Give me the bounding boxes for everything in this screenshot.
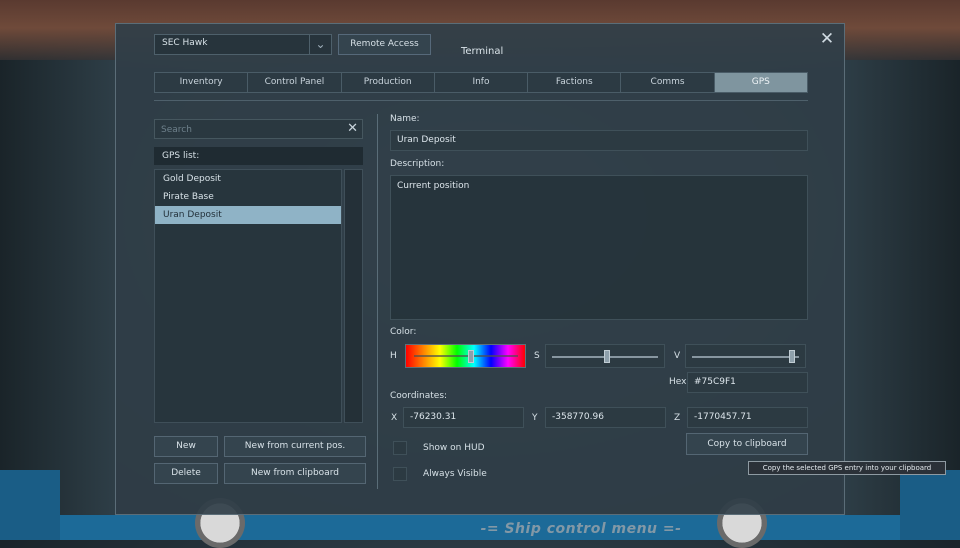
hex-label: Hex bbox=[669, 377, 687, 387]
name-label: Name: bbox=[390, 114, 420, 124]
saturation-slider[interactable] bbox=[545, 344, 665, 368]
z-coordinate-field[interactable]: -1770457.71 bbox=[687, 407, 808, 428]
grid-selector-value: SEC Hawk bbox=[162, 38, 208, 48]
value-label: V bbox=[674, 351, 681, 361]
hue-slider[interactable] bbox=[405, 344, 526, 368]
copy-tooltip: Copy the selected GPS entry into your cl… bbox=[748, 461, 946, 475]
hue-label: H bbox=[390, 351, 397, 361]
search-box: ✕ bbox=[154, 119, 363, 140]
tab-gps[interactable]: GPS bbox=[714, 73, 807, 92]
tab-bar: Inventory Control Panel Production Info … bbox=[154, 72, 808, 93]
panel-divider bbox=[377, 114, 378, 489]
gps-list-label: GPS list: bbox=[154, 147, 363, 165]
list-item-selected[interactable]: Uran Deposit bbox=[155, 206, 341, 224]
x-label: X bbox=[391, 413, 398, 423]
description-field[interactable]: Current position bbox=[390, 175, 808, 320]
terminal-window: ✕ SEC Hawk ⌄ Remote Access Terminal Inve… bbox=[115, 23, 845, 537]
copy-to-clipboard-button[interactable]: Copy to clipboard bbox=[686, 433, 808, 455]
clear-search-icon[interactable]: ✕ bbox=[347, 121, 358, 136]
name-field[interactable]: Uran Deposit bbox=[390, 130, 808, 151]
value-slider[interactable] bbox=[685, 344, 806, 368]
always-visible-label: Always Visible bbox=[423, 469, 487, 479]
cockpit-left-wall bbox=[0, 60, 115, 540]
show-on-hud-label: Show on HUD bbox=[423, 443, 485, 453]
hue-slider-handle[interactable] bbox=[468, 350, 475, 363]
saturation-label: S bbox=[534, 351, 540, 361]
gps-list-scrollbar[interactable] bbox=[344, 169, 363, 423]
z-label: Z bbox=[674, 413, 681, 423]
x-coordinate-field[interactable]: -76230.31 bbox=[403, 407, 524, 428]
show-on-hud-checkbox[interactable] bbox=[393, 441, 407, 455]
ship-control-menu-title: -= Ship control menu =- bbox=[480, 521, 682, 537]
y-label: Y bbox=[532, 413, 538, 423]
window-title: Terminal bbox=[461, 46, 504, 57]
remote-access-button[interactable]: Remote Access bbox=[338, 34, 431, 55]
close-icon: ✕ bbox=[819, 29, 835, 49]
list-item[interactable]: Pirate Base bbox=[155, 188, 341, 206]
tab-inventory[interactable]: Inventory bbox=[155, 73, 249, 92]
tab-production[interactable]: Production bbox=[342, 73, 435, 92]
coordinates-label: Coordinates: bbox=[390, 391, 448, 401]
console-screen-left bbox=[0, 470, 60, 540]
tab-factions[interactable]: Factions bbox=[528, 73, 622, 92]
color-label: Color: bbox=[390, 327, 417, 337]
list-item[interactable]: Gold Deposit bbox=[155, 170, 341, 188]
grid-selector[interactable]: SEC Hawk ⌄ bbox=[154, 34, 332, 55]
new-from-clipboard-button[interactable]: New from clipboard bbox=[224, 463, 366, 484]
tab-info[interactable]: Info bbox=[435, 73, 529, 92]
tab-control-panel[interactable]: Control Panel bbox=[248, 73, 342, 92]
always-visible-checkbox[interactable] bbox=[393, 467, 407, 481]
hue-slider-track bbox=[414, 355, 518, 357]
chevron-down-icon[interactable]: ⌄ bbox=[309, 35, 331, 54]
description-label: Description: bbox=[390, 159, 445, 169]
new-from-current-pos-button[interactable]: New from current pos. bbox=[224, 436, 366, 457]
tab-divider bbox=[154, 100, 808, 101]
close-button[interactable]: ✕ bbox=[818, 30, 836, 48]
saturation-slider-handle[interactable] bbox=[604, 350, 611, 363]
search-input[interactable] bbox=[155, 120, 343, 140]
y-coordinate-field[interactable]: -358770.96 bbox=[545, 407, 666, 428]
tab-comms[interactable]: Comms bbox=[621, 73, 715, 92]
value-slider-handle[interactable] bbox=[788, 350, 795, 363]
hex-field[interactable]: #75C9F1 bbox=[687, 372, 808, 393]
gps-list: Gold Deposit Pirate Base Uran Deposit bbox=[154, 169, 342, 423]
delete-button[interactable]: Delete bbox=[154, 463, 218, 484]
new-button[interactable]: New bbox=[154, 436, 218, 457]
value-slider-track bbox=[692, 356, 799, 358]
